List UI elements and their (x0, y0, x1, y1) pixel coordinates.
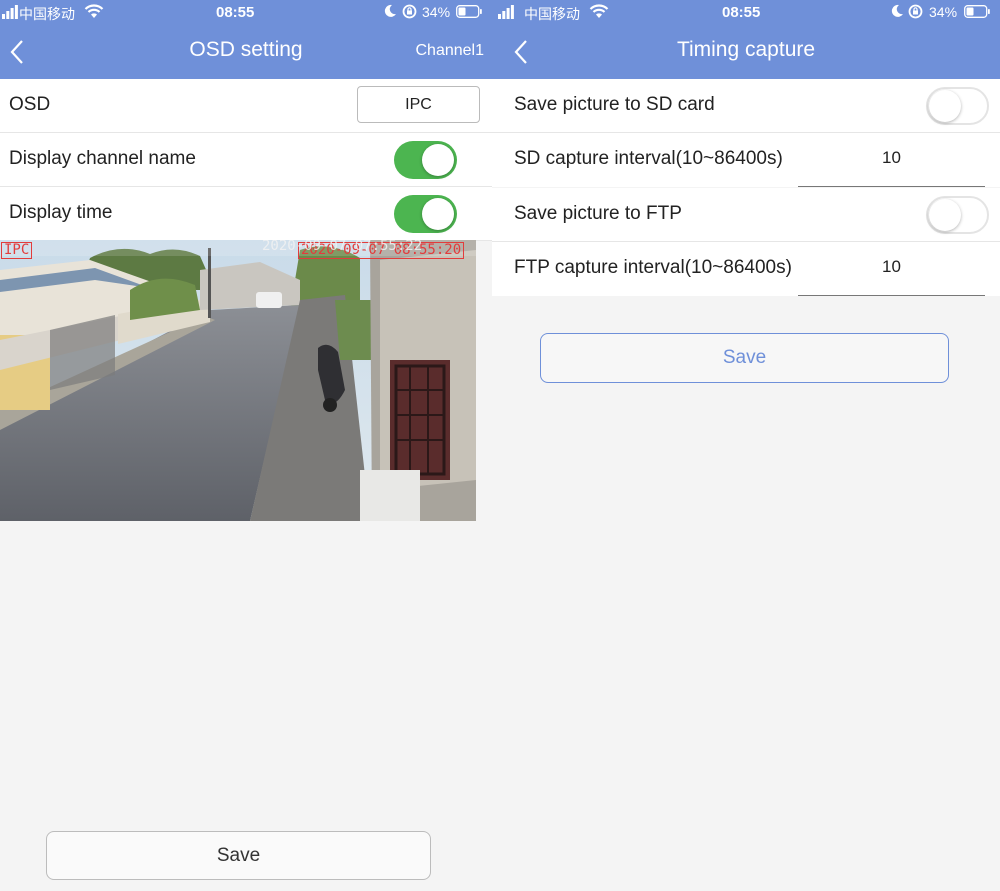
moon-icon (384, 4, 396, 17)
save-to-ftp-row: Save picture to FTP (492, 188, 1000, 242)
toggle-knob (929, 199, 961, 231)
save-to-ftp-label: Save picture to FTP (514, 203, 682, 224)
toggle-knob (929, 90, 961, 122)
save-to-ftp-toggle[interactable] (926, 196, 989, 234)
osd-row: OSD IPC (0, 79, 492, 133)
display-channel-name-toggle[interactable] (394, 141, 457, 179)
ftp-interval-row: FTP capture interval(10~86400s) 10 (492, 242, 1000, 296)
ftp-interval-underline (798, 295, 985, 296)
sd-interval-label: SD capture interval(10~86400s) (514, 148, 783, 169)
carrier-name: 中国移动 (19, 6, 75, 22)
sd-interval-input[interactable]: 10 (882, 148, 901, 168)
clock: 08:55 (722, 4, 761, 21)
display-channel-name-label: Display channel name (9, 148, 196, 169)
save-button[interactable]: Save (46, 831, 431, 880)
osd-type-button[interactable]: IPC (357, 86, 480, 123)
timing-capture-screen: 中国移动 08:55 34% Timing capture Save pictu… (492, 0, 1000, 891)
battery-icon (456, 5, 482, 18)
signal-icon (2, 5, 18, 19)
header-bar: 中国移动 08:55 34% OSD setting Channel1 (0, 0, 492, 79)
status-bar: 中国移动 08:55 34% (492, 0, 1000, 26)
carrier-name: 中国移动 (524, 6, 580, 22)
page-title: Timing capture (676, 38, 816, 61)
display-channel-name-row: Display channel name (0, 133, 492, 187)
header-bar: 中国移动 08:55 34% Timing capture (492, 0, 1000, 79)
battery-percent: 34% (422, 4, 451, 20)
battery-percent: 34% (929, 4, 958, 20)
save-to-sd-row: Save picture to SD card (492, 79, 1000, 133)
street-scene-image (0, 240, 476, 521)
display-time-toggle[interactable] (394, 195, 457, 233)
ftp-interval-label: FTP capture interval(10~86400s) (514, 257, 792, 278)
toggle-knob (422, 198, 454, 230)
toggle-knob (422, 144, 454, 176)
save-button[interactable]: Save (540, 333, 949, 383)
moon-icon (891, 4, 903, 17)
wifi-icon (589, 4, 609, 18)
rotation-lock-icon (908, 4, 923, 19)
save-to-sd-toggle[interactable] (926, 87, 989, 125)
ftp-interval-input[interactable]: 10 (882, 257, 901, 277)
status-bar: 中国移动 08:55 34% (0, 0, 492, 26)
battery-icon (964, 5, 990, 18)
wifi-icon (84, 4, 104, 18)
osd-setting-screen: 中国移动 08:55 34% OSD setting Channel1 OSD … (0, 0, 492, 891)
channel-selector[interactable]: Channel1 (416, 42, 485, 60)
clock: 08:55 (216, 4, 255, 21)
display-time-label: Display time (9, 202, 113, 223)
signal-icon (498, 5, 514, 19)
camera-time-stamp: 2020-09-07 07:55:22 (262, 240, 423, 254)
sd-interval-underline (798, 186, 985, 187)
camera-preview: IPC 2020-09-07 08:55:20 2020-09-07 07:55… (0, 240, 476, 521)
sd-interval-row: SD capture interval(10~86400s) 10 (492, 133, 1000, 187)
rotation-lock-icon (402, 4, 417, 19)
save-to-sd-label: Save picture to SD card (514, 94, 715, 115)
display-time-row: Display time (0, 187, 492, 241)
osd-label: OSD (9, 94, 51, 115)
osd-channel-name-overlay: IPC (1, 242, 33, 259)
